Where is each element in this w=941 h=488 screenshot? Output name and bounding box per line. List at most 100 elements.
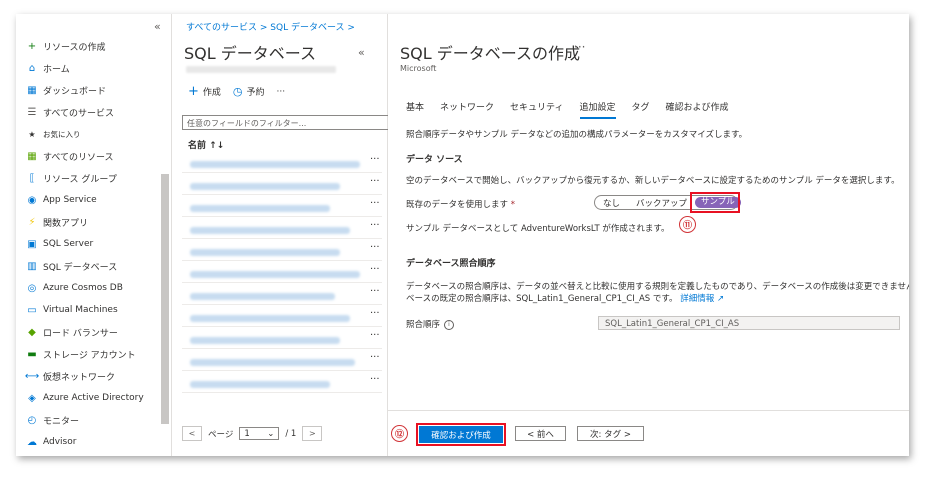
- plus-icon: +: [27, 40, 37, 52]
- sidebar-item-aad[interactable]: ◈ Azure Active Directory: [26, 388, 144, 408]
- breadcrumb[interactable]: すべてのサービス > SQL データベース >: [186, 20, 355, 33]
- sidebar-item-app-service[interactable]: ◉ App Service: [26, 190, 97, 210]
- tab-security[interactable]: セキュリティ: [510, 100, 563, 119]
- sidebar-item-list[interactable]: ☰ すべてのサービス: [26, 102, 115, 122]
- row-more-button[interactable]: ···: [370, 308, 380, 319]
- storage-icon: ▬: [27, 348, 37, 360]
- table-row[interactable]: [190, 337, 340, 344]
- row-divider: [182, 370, 382, 371]
- table-row[interactable]: [190, 227, 350, 234]
- sidebar-item-home[interactable]: ⌂ ホーム: [26, 58, 70, 78]
- collation-input[interactable]: SQL_Latin1_General_CP1_CI_AS: [598, 316, 900, 330]
- sidebar-item-monitor[interactable]: ◴ モニター: [26, 410, 79, 430]
- tab-networking[interactable]: ネットワーク: [440, 100, 494, 119]
- learn-more-link[interactable]: 詳細情報: [680, 294, 714, 304]
- row-more-button[interactable]: ···: [370, 264, 380, 275]
- tab-basics[interactable]: 基本: [406, 100, 424, 119]
- info-icon[interactable]: i: [444, 319, 455, 330]
- create-button[interactable]: + 作成: [188, 84, 221, 99]
- sidebar-item-advisor[interactable]: ☁ Advisor: [26, 432, 76, 452]
- list-title: SQL データベース: [184, 44, 316, 63]
- row-divider: [182, 172, 382, 173]
- column-header-name[interactable]: 名前 ↑↓: [188, 138, 224, 151]
- table-row[interactable]: [190, 161, 360, 168]
- row-more-button[interactable]: ···: [370, 242, 380, 253]
- row-more-button[interactable]: ···: [370, 154, 380, 165]
- sidebar-item-label: ダッシュボード: [43, 86, 107, 97]
- row-more-button[interactable]: ···: [370, 352, 380, 363]
- resource-group-icon: ⟦: [29, 172, 35, 184]
- row-more-button[interactable]: ···: [370, 286, 380, 297]
- row-more-button[interactable]: ···: [370, 374, 380, 385]
- list-toolbar: + 作成 ◷ 予約 ···: [188, 84, 285, 99]
- table-row[interactable]: [190, 293, 335, 300]
- option-backup[interactable]: バックアップ: [628, 197, 695, 209]
- sidebar-collapse-icon[interactable]: «: [154, 20, 161, 33]
- required-mark: *: [510, 200, 515, 210]
- monitor-icon: ◴: [27, 414, 37, 426]
- sidebar-item-sql-server[interactable]: ▣ SQL Server: [26, 234, 93, 254]
- vm-icon: ▭: [27, 304, 37, 316]
- highlight-review-box: [416, 423, 506, 446]
- sql-database-list-panel: すべてのサービス > SQL データベース > SQL データベース « + 作成…: [172, 14, 392, 456]
- table-row[interactable]: [190, 315, 350, 322]
- collation-description-text: ベースの既定の照合順序は、SQL_Latin1_General_CP1_CI_A…: [406, 294, 678, 304]
- page-select[interactable]: 1 ⌄: [239, 427, 280, 440]
- sidebar-item-storage[interactable]: ▬ ストレージ アカウント: [26, 344, 135, 364]
- external-link-icon: ↗: [714, 294, 725, 304]
- option-none[interactable]: なし: [595, 197, 628, 209]
- sidebar-item-label: Azure Cosmos DB: [43, 283, 123, 293]
- row-more-button[interactable]: ···: [370, 330, 380, 341]
- page-total: / 1: [285, 428, 297, 439]
- table-row[interactable]: [190, 359, 355, 366]
- use-existing-data-label: 既存のデータを使用します *: [406, 198, 515, 210]
- toolbar-more-button[interactable]: ···: [277, 87, 286, 97]
- data-source-heading: データ ソース: [406, 155, 463, 165]
- sidebar-item-vnet[interactable]: ⟷ 仮想ネットワーク: [25, 366, 115, 386]
- sidebar-item-load-balancer[interactable]: ◆ ロード バランサー: [26, 322, 118, 342]
- row-divider: [182, 194, 382, 195]
- sql-server-icon: ▣: [27, 238, 37, 250]
- row-divider: [182, 238, 382, 239]
- row-more-button[interactable]: ···: [370, 220, 380, 231]
- table-row[interactable]: [190, 381, 330, 388]
- callout-12: ⑫: [391, 425, 408, 442]
- sidebar-item-resource-group[interactable]: ⟦ リソース グループ: [26, 168, 117, 188]
- table-row[interactable]: [190, 249, 340, 256]
- sidebar-item-grid[interactable]: ▦ すべてのリソース: [26, 146, 113, 166]
- advisor-icon: ☁: [27, 436, 37, 448]
- next-page-button[interactable]: >: [302, 426, 323, 441]
- sidebar-item-plus[interactable]: + リソースの作成: [26, 36, 106, 56]
- filter-input[interactable]: 任意のフィールドのフィルター...: [182, 115, 392, 130]
- portal-window: « + リソースの作成 ⌂ ホーム ▦ ダッシュボード ☰ すべてのサービス ★ お気に入り ▦ すべ…: [16, 14, 909, 456]
- sidebar-item-cosmos[interactable]: ◎ Azure Cosmos DB: [26, 278, 123, 298]
- star-icon: ★: [28, 129, 36, 139]
- sidebar-item-label: リソースの作成: [43, 42, 106, 53]
- pager: < ページ 1 ⌄ / 1 >: [182, 426, 323, 441]
- home-icon: ⌂: [28, 62, 36, 74]
- tab-review-create[interactable]: 確認および作成: [666, 100, 729, 119]
- sidebar-item-dashboard[interactable]: ▦ ダッシュボード: [26, 80, 106, 100]
- sidebar-item-function[interactable]: ⚡ 関数アプリ: [26, 212, 88, 232]
- row-more-button[interactable]: ···: [370, 198, 380, 209]
- list-collapse-icon[interactable]: «: [358, 46, 365, 59]
- table-row[interactable]: [190, 183, 340, 190]
- blade-more-button[interactable]: ···: [574, 40, 585, 54]
- previous-button[interactable]: < 前へ: [515, 426, 566, 441]
- list-icon: ☰: [27, 106, 37, 118]
- table-row[interactable]: [190, 205, 330, 212]
- row-divider: [182, 216, 382, 217]
- row-more-button[interactable]: ···: [370, 176, 380, 187]
- sidebar-item-label: 関数アプリ: [43, 218, 89, 229]
- table-row[interactable]: [190, 271, 360, 278]
- prev-page-button[interactable]: <: [182, 426, 202, 441]
- row-divider: [182, 304, 382, 305]
- sidebar-item-sql-database[interactable]: ▥ SQL データベース: [26, 256, 117, 276]
- tab-additional-settings[interactable]: 追加設定: [579, 100, 616, 119]
- sidebar-item-label: Virtual Machines: [43, 305, 118, 315]
- sidebar-item-vm[interactable]: ▭ Virtual Machines: [26, 300, 118, 320]
- tab-tags[interactable]: タグ: [632, 100, 650, 119]
- next-tags-button[interactable]: 次: タグ >: [577, 426, 644, 441]
- reserve-button[interactable]: ◷ 予約: [233, 85, 265, 98]
- sidebar-scrollbar[interactable]: [161, 174, 169, 424]
